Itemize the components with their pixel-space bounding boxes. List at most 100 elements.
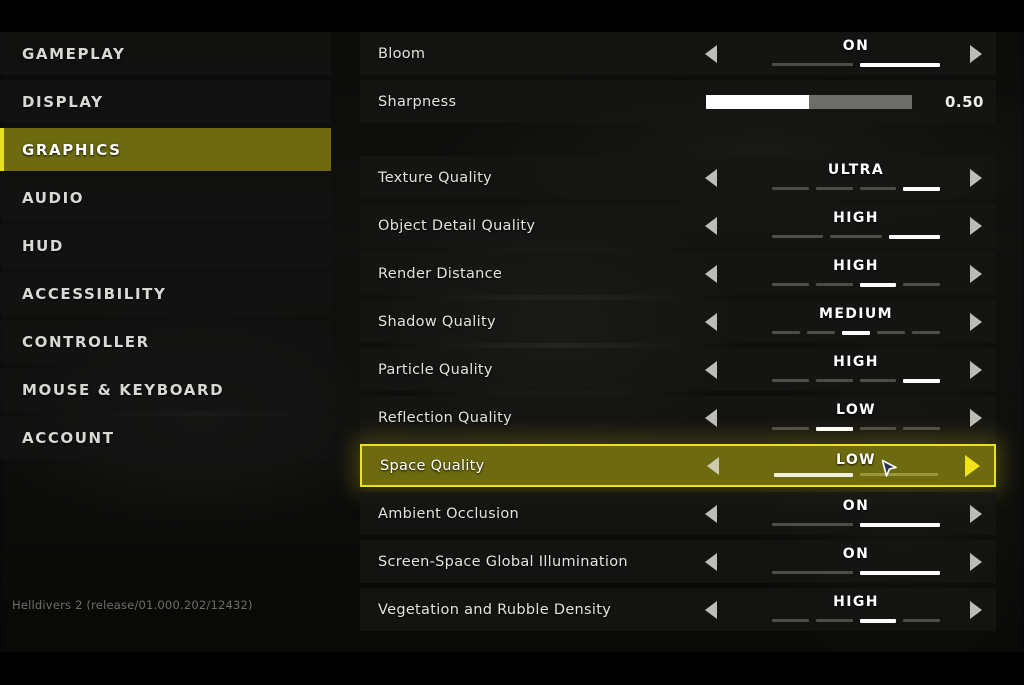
increment-arrow-icon[interactable]	[970, 216, 982, 235]
level-segment	[772, 187, 809, 190]
setting-value-control[interactable]: HIGH	[766, 348, 946, 391]
level-segment	[815, 187, 853, 190]
setting-row-texture-quality[interactable]: Texture Quality ULTRA	[360, 156, 996, 199]
build-version-label: Helldivers 2 (release/01.000.202/12432)	[12, 598, 253, 612]
decrement-arrow-icon[interactable]	[705, 360, 717, 379]
increment-arrow-icon[interactable]	[970, 600, 982, 619]
setting-value-control[interactable]: LOW	[766, 396, 946, 439]
increment-arrow-icon[interactable]	[970, 264, 982, 283]
setting-value-control[interactable]: LOW	[768, 446, 944, 485]
setting-value-text: LOW	[836, 402, 876, 418]
increment-arrow-icon[interactable]	[970, 552, 982, 571]
setting-value-control[interactable]: HIGH	[766, 252, 946, 295]
settings-group-separator	[360, 128, 996, 156]
decrement-arrow-icon[interactable]	[705, 408, 717, 427]
setting-value-control[interactable]: ON	[766, 32, 946, 75]
increment-arrow-icon[interactable]	[965, 454, 980, 477]
setting-row-sharpness[interactable]: Sharpness 0.50	[360, 80, 996, 123]
sidebar-item-display[interactable]: DISPLAY	[0, 80, 331, 123]
setting-label: Ambient Occlusion	[378, 505, 520, 522]
setting-row-render-distance[interactable]: Render Distance HIGH	[360, 252, 996, 295]
setting-value-control[interactable]: ON	[766, 492, 946, 535]
decrement-arrow-icon[interactable]	[705, 216, 717, 235]
sidebar-item-label: CONTROLLER	[22, 332, 150, 351]
setting-row-vegetation-and-rubble-density[interactable]: Vegetation and Rubble Density HIGH	[360, 588, 996, 631]
setting-row-space-quality[interactable]: Space Quality LOW	[360, 444, 996, 487]
level-segment	[859, 571, 940, 575]
level-segment	[859, 473, 938, 476]
setting-label: Screen-Space Global Illumination	[378, 553, 628, 570]
sidebar-item-mouse-keyboard[interactable]: MOUSE & KEYBOARD	[0, 368, 331, 411]
sidebar-item-account[interactable]: ACCOUNT	[0, 416, 331, 459]
sidebar-item-label: GAMEPLAY	[22, 44, 126, 63]
sidebar-item-controller[interactable]: CONTROLLER	[0, 320, 331, 363]
setting-row-bloom[interactable]: Bloom ON	[360, 32, 996, 75]
level-segment	[815, 619, 853, 622]
level-segment	[903, 283, 940, 286]
level-segments	[772, 63, 940, 67]
level-segment	[842, 331, 870, 335]
setting-value-control[interactable]: ULTRA	[766, 156, 946, 199]
setting-label: Reflection Quality	[378, 409, 512, 426]
decrement-arrow-icon[interactable]	[705, 312, 717, 331]
setting-label: Space Quality	[380, 457, 485, 474]
decrement-arrow-icon[interactable]	[707, 456, 719, 475]
decrement-arrow-icon[interactable]	[705, 44, 717, 63]
setting-row-reflection-quality[interactable]: Reflection Quality LOW	[360, 396, 996, 439]
increment-arrow-icon[interactable]	[970, 44, 982, 63]
level-segment	[903, 427, 940, 430]
increment-arrow-icon[interactable]	[970, 360, 982, 379]
setting-value-text: ULTRA	[827, 162, 885, 178]
setting-value-text: ON	[842, 38, 870, 54]
level-segment	[859, 63, 940, 67]
setting-label: Object Detail Quality	[378, 217, 536, 234]
setting-value-control[interactable]: ON	[766, 540, 946, 583]
setting-row-object-detail-quality[interactable]: Object Detail Quality HIGH	[360, 204, 996, 247]
setting-label: Particle Quality	[378, 361, 493, 378]
level-segment	[772, 379, 809, 382]
increment-arrow-icon[interactable]	[970, 168, 982, 187]
setting-row-particle-quality[interactable]: Particle Quality HIGH	[360, 348, 996, 391]
sidebar-item-label: ACCESSIBILITY	[22, 284, 167, 303]
slider-track-sharpness[interactable]	[706, 94, 912, 109]
setting-value-control[interactable]: HIGH	[766, 204, 946, 247]
decrement-arrow-icon[interactable]	[705, 552, 717, 571]
level-segments	[774, 473, 938, 477]
sidebar-item-graphics[interactable]: GRAPHICS	[0, 128, 331, 171]
setting-row-screen-space-global-illumination[interactable]: Screen-Space Global Illumination ON	[360, 540, 996, 583]
decrement-arrow-icon[interactable]	[705, 264, 717, 283]
sidebar-item-label: DISPLAY	[22, 92, 104, 111]
decrement-arrow-icon[interactable]	[705, 600, 717, 619]
sidebar-item-label: HUD	[22, 236, 64, 255]
sidebar-item-accessibility[interactable]: ACCESSIBILITY	[0, 272, 331, 315]
level-segment	[903, 187, 940, 191]
setting-row-shadow-quality[interactable]: Shadow Quality MEDIUM	[360, 300, 996, 343]
level-segment	[859, 187, 897, 190]
level-segment	[903, 379, 940, 383]
game-settings-screen: GAMEPLAY DISPLAY GRAPHICS AUDIO HUD ACCESSIBI…	[0, 0, 1024, 685]
level-segment	[830, 235, 882, 238]
setting-value-text: HIGH	[833, 210, 879, 226]
level-segment	[772, 427, 809, 430]
setting-value-control[interactable]: MEDIUM	[766, 300, 946, 343]
setting-row-ambient-occlusion[interactable]: Ambient Occlusion ON	[360, 492, 996, 535]
decrement-arrow-icon[interactable]	[705, 168, 717, 187]
increment-arrow-icon[interactable]	[970, 312, 982, 331]
level-segment	[772, 235, 824, 238]
level-segment	[815, 427, 853, 431]
level-segments	[772, 235, 940, 239]
setting-value-control[interactable]: HIGH	[766, 588, 946, 631]
level-segment	[859, 283, 897, 287]
level-segment	[772, 331, 800, 334]
setting-label: Bloom	[378, 45, 426, 62]
setting-label: Sharpness	[378, 93, 457, 110]
decrement-arrow-icon[interactable]	[705, 504, 717, 523]
setting-value-text: ON	[842, 546, 870, 562]
setting-value-text: HIGH	[833, 258, 879, 274]
sidebar-item-gameplay[interactable]: GAMEPLAY	[0, 32, 331, 75]
setting-label: Shadow Quality	[378, 313, 496, 330]
increment-arrow-icon[interactable]	[970, 504, 982, 523]
sidebar-item-hud[interactable]: HUD	[0, 224, 331, 267]
sidebar-item-audio[interactable]: AUDIO	[0, 176, 331, 219]
increment-arrow-icon[interactable]	[970, 408, 982, 427]
